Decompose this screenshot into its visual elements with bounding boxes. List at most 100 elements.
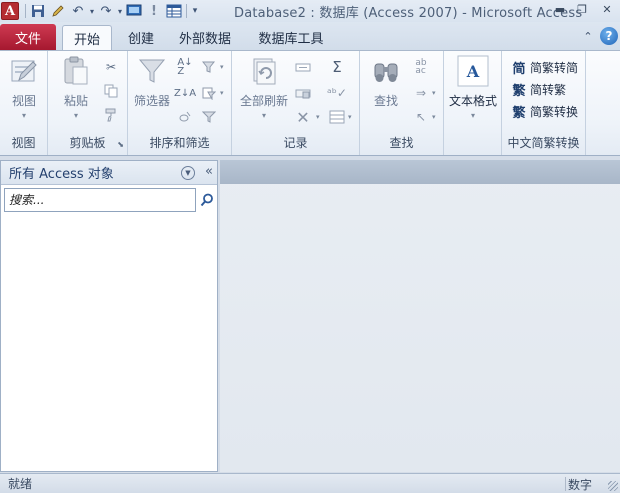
customize-qat-icon[interactable]: ▾ bbox=[189, 2, 201, 20]
group-label-clipboard: 剪贴板 bbox=[69, 136, 106, 150]
goto-icon[interactable]: ⇒ bbox=[410, 83, 432, 103]
document-work-area bbox=[220, 160, 620, 472]
chevron-down-icon: ▾ bbox=[261, 111, 266, 120]
status-text: 就绪 bbox=[8, 477, 33, 491]
minimize-icon[interactable]: ▬ bbox=[550, 0, 570, 18]
traditional-icon: 繁 bbox=[512, 83, 526, 99]
more-records-icon[interactable] bbox=[326, 107, 348, 127]
group-sort-filter: 筛选器 A↓ Z Z↓A ▾ ▾ 排序和筛选 bbox=[128, 51, 232, 155]
save-icon[interactable] bbox=[28, 2, 48, 20]
table-icon[interactable] bbox=[164, 2, 184, 20]
status-separator bbox=[565, 477, 566, 491]
search-icon[interactable] bbox=[198, 190, 216, 210]
undo-dropdown-icon[interactable]: ▾ bbox=[88, 2, 96, 20]
ribbon-tab-row: 文件 开始 创建 外部数据 数据库工具 ⌃ ? bbox=[0, 22, 620, 50]
format-painter-icon[interactable] bbox=[100, 105, 122, 125]
navigation-search bbox=[4, 188, 216, 212]
group-find: 查找 ab ac ⇒ ▾ ↖ ▾ 查找 bbox=[360, 51, 444, 155]
cut-icon[interactable]: ✂ bbox=[100, 57, 122, 77]
advanced-filter-icon[interactable] bbox=[198, 83, 220, 103]
window-title: Database2 : 数据库 (Access 2007) - Microsof… bbox=[234, 6, 583, 21]
qat-separator bbox=[186, 4, 187, 18]
view-button[interactable]: 视图 ▾ bbox=[6, 55, 42, 120]
new-record-icon[interactable] bbox=[292, 57, 314, 77]
group-label-view: 视图 bbox=[11, 136, 36, 150]
close-icon[interactable]: ✕ bbox=[594, 0, 620, 18]
save-record-icon[interactable] bbox=[292, 83, 314, 103]
group-clipboard: 粘贴 ▾ ✂ 剪贴板 ⬊ bbox=[48, 51, 128, 155]
simplified-icon: 简 bbox=[512, 61, 526, 77]
exclamation-icon[interactable]: ! bbox=[144, 2, 164, 20]
filter-button[interactable]: 筛选器 bbox=[132, 55, 172, 109]
binoculars-icon bbox=[370, 55, 402, 87]
chinese-conversion-button[interactable]: 繁 简繁转换 bbox=[510, 102, 579, 121]
text-format-button[interactable]: A 文本格式 ▾ bbox=[446, 55, 500, 120]
access-app-icon[interactable]: A bbox=[1, 2, 19, 20]
replace-icon[interactable]: ab ac bbox=[410, 57, 432, 77]
document-tab-bar bbox=[220, 160, 620, 184]
group-view: 视图 ▾ 视图 bbox=[0, 51, 48, 155]
tab-external-data[interactable]: 外部数据 bbox=[172, 25, 238, 50]
collapse-pane-icon[interactable]: « bbox=[205, 164, 213, 179]
sort-ascending-icon[interactable]: A↓ Z bbox=[174, 57, 196, 77]
redo-icon[interactable]: ↷ bbox=[96, 2, 116, 20]
qat-separator bbox=[25, 4, 26, 18]
filter-button-label: 筛选器 bbox=[133, 94, 170, 108]
convert-to-simplified-label: 简繁转简 bbox=[530, 60, 579, 75]
toggle-filter-icon[interactable] bbox=[198, 107, 220, 127]
chevron-down-icon: ▾ bbox=[348, 113, 352, 121]
resize-grip-icon[interactable] bbox=[608, 481, 618, 491]
convert-to-traditional-button[interactable]: 繁 简转繁 bbox=[510, 80, 567, 99]
clipboard-dialog-launcher-icon[interactable]: ⬊ bbox=[117, 140, 124, 149]
navigation-pane-title: 所有 Access 对象 bbox=[9, 167, 114, 182]
quick-access-toolbar: ↶ ▾ ↷ ▾ ! ▾ bbox=[23, 2, 201, 20]
spelling-icon[interactable]: ᵃᵇ✓ bbox=[326, 83, 348, 103]
tab-database-tools[interactable]: 数据库工具 bbox=[252, 25, 330, 50]
chevron-down-icon: ▾ bbox=[21, 111, 26, 120]
group-label-chinese-conversion: 中文简繁转换 bbox=[507, 136, 580, 150]
chevron-down-icon: ▾ bbox=[432, 89, 436, 97]
tab-file[interactable]: 文件 bbox=[0, 24, 56, 50]
view-button-label: 视图 bbox=[11, 94, 36, 108]
tab-create[interactable]: 创建 bbox=[118, 25, 164, 50]
navigation-pane-header[interactable]: 所有 Access 对象 ▼ « bbox=[1, 161, 217, 185]
refresh-all-button[interactable]: 全部刷新 ▾ bbox=[236, 55, 292, 120]
conversion-icon: 繁 bbox=[512, 105, 526, 121]
redo-dropdown-icon[interactable]: ▾ bbox=[116, 2, 124, 20]
undo-icon[interactable]: ↶ bbox=[68, 2, 88, 20]
tab-home[interactable]: 开始 bbox=[62, 25, 112, 50]
sort-descending-icon[interactable]: Z↓A bbox=[174, 83, 196, 103]
minimize-ribbon-icon[interactable]: ⌃ bbox=[579, 27, 597, 45]
help-icon[interactable]: ? bbox=[600, 27, 618, 45]
selection-filter-icon[interactable] bbox=[198, 57, 220, 77]
ribbon-right-controls: ⌃ ? bbox=[579, 27, 618, 45]
screen-icon[interactable] bbox=[124, 2, 144, 20]
paste-button[interactable]: 粘贴 ▾ bbox=[56, 55, 96, 120]
chevron-down-icon: ▾ bbox=[220, 89, 224, 97]
group-text-formatting: A 文本格式 ▾ bbox=[444, 51, 502, 155]
group-label-sort-filter: 排序和筛选 bbox=[149, 136, 210, 150]
chinese-conversion-label: 简繁转换 bbox=[530, 104, 579, 119]
totals-icon[interactable]: Σ bbox=[326, 57, 348, 77]
restore-icon[interactable]: ❐ bbox=[572, 0, 592, 18]
convert-to-traditional-label: 简转繁 bbox=[530, 82, 567, 97]
search-input[interactable] bbox=[4, 188, 196, 212]
view-icon bbox=[8, 55, 40, 87]
edit-icon[interactable] bbox=[48, 2, 68, 20]
text-format-label: 文本格式 bbox=[448, 94, 497, 108]
navigation-pane: 所有 Access 对象 ▼ « bbox=[0, 160, 218, 472]
find-button[interactable]: 查找 bbox=[364, 55, 408, 109]
copy-icon[interactable] bbox=[100, 81, 122, 101]
chevron-down-icon[interactable]: ▼ bbox=[181, 166, 195, 180]
status-bar: 就绪 数字 bbox=[0, 473, 620, 493]
group-chinese-conversion: 简 简繁转简 繁 简转繁 繁 简繁转换 中文简繁转换 bbox=[502, 51, 586, 155]
convert-to-simplified-button[interactable]: 简 简繁转简 bbox=[510, 58, 579, 77]
remove-sort-icon[interactable] bbox=[174, 107, 196, 127]
delete-record-icon[interactable]: ✕ bbox=[292, 107, 314, 127]
chevron-down-icon: ▾ bbox=[316, 113, 320, 121]
title-bar: A ↶ ▾ ↷ ▾ ! ▾ Database2 : 数据库 (Access 20… bbox=[0, 0, 620, 22]
filter-icon bbox=[136, 55, 168, 87]
group-label-records: 记录 bbox=[283, 136, 308, 150]
select-icon[interactable]: ↖ bbox=[410, 107, 432, 127]
find-button-label: 查找 bbox=[373, 94, 398, 108]
